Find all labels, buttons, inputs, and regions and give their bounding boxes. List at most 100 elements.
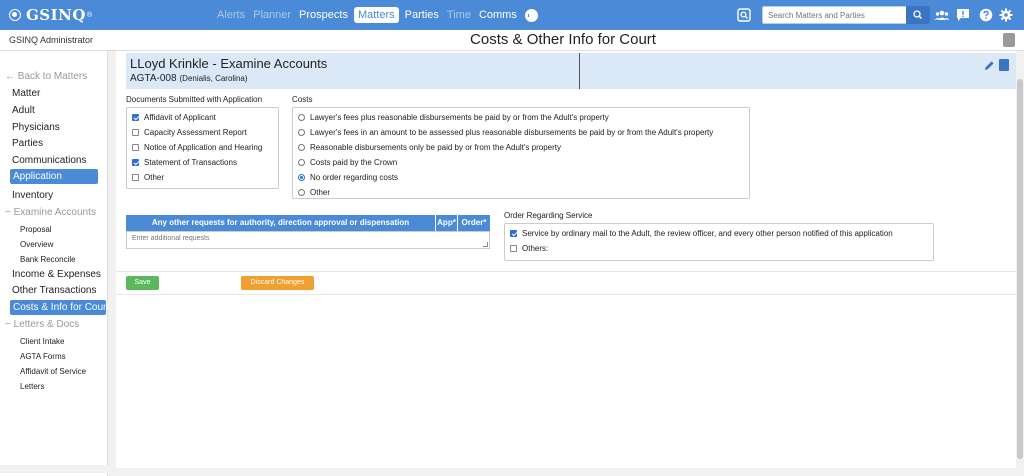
nav-alerts[interactable]: Alerts — [213, 7, 249, 23]
gear-icon[interactable] — [999, 8, 1013, 22]
search-button[interactable] — [906, 6, 930, 24]
edit-pencil-icon[interactable] — [984, 60, 995, 71]
radio[interactable] — [298, 174, 305, 181]
feedback-icon[interactable] — [956, 8, 970, 22]
brand-mark: ® — [86, 11, 93, 19]
cost-label: No order regarding costs — [310, 173, 399, 182]
sidebar-item-communications[interactable]: Communications — [12, 155, 86, 166]
doc-notice-application[interactable]: Notice of Application and Hearing — [132, 143, 262, 152]
nav-comms[interactable]: Comms — [475, 7, 521, 23]
sidebar-item-client-intake[interactable]: Client Intake — [20, 337, 64, 346]
requests-textarea-wrap — [126, 231, 490, 249]
clipboard-icon[interactable] — [1003, 33, 1015, 47]
search-icon — [913, 10, 922, 19]
logo-icon — [9, 9, 21, 21]
radio[interactable] — [298, 129, 305, 136]
sidebar-item-proposal[interactable]: Proposal — [20, 225, 52, 234]
sidebar: ← Back to Matters Matter Adult Physician… — [0, 51, 109, 476]
save-button[interactable]: Save — [126, 276, 159, 290]
nav-planner[interactable]: Planner — [249, 7, 295, 23]
brand-name: GSINQ — [26, 6, 86, 24]
matter-title: LLoyd Krinkle - Examine Accounts — [130, 56, 328, 71]
doc-label: Capacity Assessment Report — [144, 128, 247, 137]
radio[interactable] — [298, 189, 305, 196]
sidebar-horizontal-scrollbar[interactable] — [0, 465, 108, 473]
cost-option-lawyer-fees[interactable]: Lawyer's fees plus reasonable disburseme… — [298, 113, 609, 122]
cost-label: Lawyer's fees in an amount to be assesse… — [310, 128, 714, 137]
sidebar-item-bank-reconcile[interactable]: Bank Reconcile — [20, 255, 76, 264]
documents-label: Documents Submitted with Application — [126, 95, 263, 104]
sidebar-item-agta-forms[interactable]: AGTA Forms — [20, 352, 66, 361]
cost-option-lawyer-assessed[interactable]: Lawyer's fees in an amount to be assesse… — [298, 128, 713, 137]
matter-subtitle: AGTA-008 (Denialis, Carolina) — [130, 73, 248, 84]
sidebar-item-adult[interactable]: Adult — [12, 105, 35, 116]
doc-statement-transactions[interactable]: Statement of Transactions — [132, 158, 237, 167]
nav-matters[interactable]: Matters — [353, 7, 399, 23]
cost-label: Costs paid by the Crown — [310, 158, 398, 167]
matter-number: AGTA-008 — [130, 73, 177, 84]
cost-label: Other — [310, 188, 331, 197]
brand-logo[interactable]: GSINQ ® — [9, 6, 93, 24]
costs-label: Costs — [292, 95, 313, 104]
document-icon[interactable] — [999, 59, 1009, 71]
chat-icon[interactable] — [524, 8, 538, 22]
nav-time[interactable]: Time — [443, 7, 475, 23]
page-title-text: Costs & Other Info for Court — [470, 31, 656, 48]
actions-divider-top — [116, 271, 1024, 272]
cost-label: Lawyer's fees plus reasonable disburseme… — [310, 113, 609, 122]
scan-search-icon[interactable] — [737, 8, 751, 22]
cost-option-crown[interactable]: Costs paid by the Crown — [298, 158, 397, 167]
sidebar-item-inventory[interactable]: Inventory — [12, 190, 53, 201]
matter-header: LLoyd Krinkle - Examine Accounts AGTA-00… — [126, 53, 1017, 89]
nav-parties[interactable]: Parties — [401, 7, 443, 23]
cost-option-no-order[interactable]: No order regarding costs — [298, 173, 398, 182]
sidebar-item-parties[interactable]: Parties — [12, 138, 43, 149]
service-others[interactable]: Others: — [510, 244, 548, 253]
sidebar-item-matter[interactable]: Matter — [12, 88, 40, 99]
sidebar-item-other-transactions[interactable]: Other Transactions — [12, 285, 96, 296]
sidebar-item-application[interactable]: Application — [10, 169, 98, 184]
col-order: Order* — [461, 218, 487, 227]
checkbox[interactable] — [132, 114, 139, 121]
checkbox[interactable] — [132, 144, 139, 151]
sidebar-item-costs-info-court[interactable]: Costs & Info for Court — [10, 300, 109, 315]
main-scrollbar[interactable] — [1016, 51, 1024, 476]
doc-label: Notice of Application and Hearing — [144, 143, 263, 152]
sidebar-item-overview[interactable]: Overview — [20, 240, 53, 249]
search-input[interactable] — [763, 7, 905, 23]
back-to-matters-link[interactable]: ← Back to Matters — [5, 71, 87, 82]
radio[interactable] — [298, 159, 305, 166]
sidebar-item-letters[interactable]: Letters — [20, 382, 44, 391]
main-horizontal-scrollbar[interactable] — [116, 468, 1016, 476]
doc-label: Other — [144, 173, 165, 182]
service-label: Order Regarding Service — [504, 211, 593, 220]
doc-capacity-report[interactable]: Capacity Assessment Report — [132, 128, 247, 137]
doc-other[interactable]: Other — [132, 173, 164, 182]
checkbox[interactable] — [132, 174, 139, 181]
sidebar-item-affidavit-of-service[interactable]: Affidavit of Service — [20, 367, 86, 376]
sidebar-group-letters-docs[interactable]: − Letters & Docs — [5, 319, 79, 330]
cost-option-disbursements-only[interactable]: Reasonable disbursements only be paid by… — [298, 143, 561, 152]
discard-changes-button[interactable]: Discard Changes — [241, 276, 314, 290]
additional-requests-input[interactable] — [127, 232, 489, 248]
service-text: Service by ordinary mail to the Adult, t… — [522, 229, 893, 238]
radio[interactable] — [298, 144, 305, 151]
sidebar-scrollbar[interactable] — [108, 51, 116, 476]
sidebar-item-income-expenses[interactable]: Income & Expenses — [12, 269, 101, 280]
sidebar-item-physicians[interactable]: Physicians — [12, 122, 60, 133]
service-ordinary-mail[interactable]: Service by ordinary mail to the Adult, t… — [510, 229, 893, 238]
radio[interactable] — [298, 114, 305, 121]
nav-prospects[interactable]: Prospects — [295, 7, 352, 23]
doc-affidavit-applicant[interactable]: Affidavit of Applicant — [132, 113, 216, 122]
checkbox[interactable] — [132, 129, 139, 136]
costs-box: Lawyer's fees plus reasonable disburseme… — [292, 107, 750, 199]
main-nav: Alerts Planner Prospects Matters Parties… — [213, 6, 538, 24]
checkbox[interactable] — [510, 245, 517, 252]
checkbox[interactable] — [510, 230, 517, 237]
checkbox[interactable] — [132, 159, 139, 166]
cost-option-other[interactable]: Other — [298, 188, 330, 197]
resize-handle[interactable] — [483, 242, 488, 247]
sidebar-group-examine-accounts[interactable]: − Examine Accounts — [5, 207, 96, 218]
users-icon[interactable] — [934, 8, 950, 22]
help-icon[interactable] — [979, 8, 993, 22]
